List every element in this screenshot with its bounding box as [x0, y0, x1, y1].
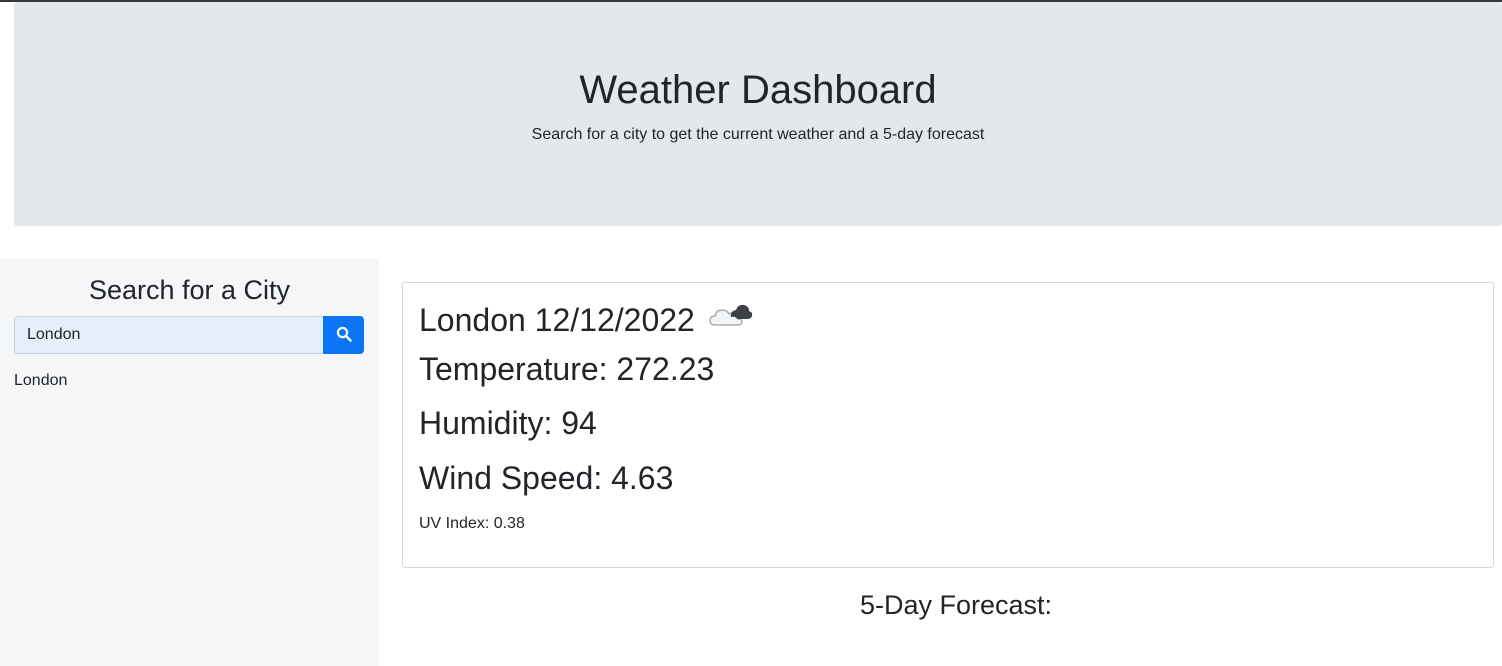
search-sidebar: Search for a City London	[0, 258, 379, 666]
city-search-input[interactable]	[14, 316, 323, 354]
search-heading: Search for a City	[88, 275, 291, 305]
search-button[interactable]	[323, 316, 364, 354]
forecast-heading: 5-Day Forecast:	[859, 590, 1053, 620]
uv-index-value: UV Index: 0.38	[419, 515, 525, 532]
history-item[interactable]: London	[14, 372, 67, 390]
city-date-heading: London 12/12/2022	[419, 301, 753, 339]
current-weather-card: London 12/12/2022 Temperature: 272.23 Hu…	[402, 282, 1494, 568]
humidity-value: Humidity: 94	[419, 405, 597, 441]
wind-speed-value: Wind Speed: 4.63	[419, 460, 674, 496]
city-date: London 12/12/2022	[419, 301, 695, 338]
header-banner: Weather Dashboard Search for a city to g…	[14, 2, 1502, 226]
search-icon	[336, 326, 352, 345]
cloudy-icon	[709, 301, 753, 339]
search-history-list: London	[14, 372, 67, 390]
page-subtitle: Search for a city to get the current wea…	[531, 126, 985, 143]
temperature-value: Temperature: 272.23	[419, 351, 715, 387]
page-title: Weather Dashboard	[579, 68, 937, 112]
search-form	[14, 316, 364, 354]
